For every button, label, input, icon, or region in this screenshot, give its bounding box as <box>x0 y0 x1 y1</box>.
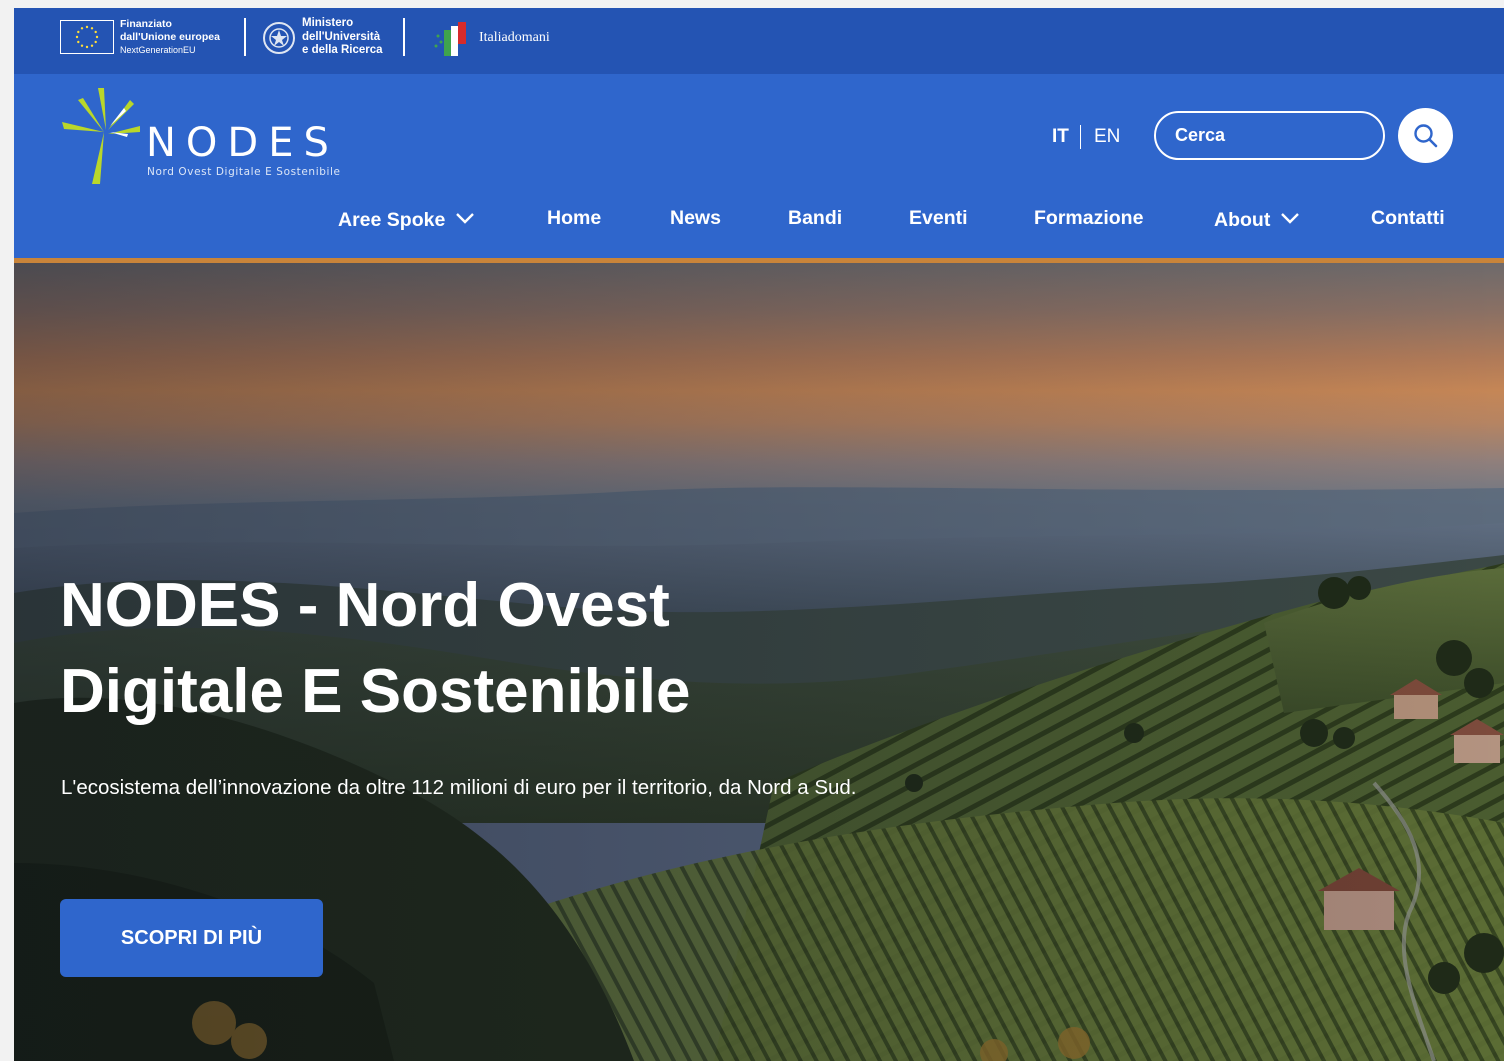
eu-funding-text: Finanziato dall'Unione europea NextGener… <box>120 18 220 57</box>
nav-item-aree-spoke[interactable]: Aree Spoke <box>338 207 475 232</box>
ministry-line-1: Ministero <box>302 17 354 29</box>
language-en[interactable]: EN <box>1094 126 1120 148</box>
italiadomani-logo-icon <box>434 22 466 56</box>
republic-emblem-icon <box>263 22 295 54</box>
logo-wordmark[interactable]: NODES <box>146 120 339 166</box>
eu-line-2: dall'Unione europea <box>120 31 220 43</box>
site-header: NODES Nord Ovest Digitale E Sostenibile … <box>14 74 1504 258</box>
search-button[interactable] <box>1398 108 1453 163</box>
nav-item-bandi[interactable]: Bandi <box>788 207 842 230</box>
search-icon <box>1414 124 1438 148</box>
logo-tagline: Nord Ovest Digitale E Sostenibile <box>147 166 341 178</box>
ministry-line-3: e della Ricerca <box>302 44 383 56</box>
eu-line-3: NextGenerationEU <box>120 45 196 55</box>
language-it[interactable]: IT <box>1052 126 1069 148</box>
chevron-down-icon <box>455 207 475 230</box>
nav-item-news[interactable]: News <box>670 207 721 230</box>
ministry-line-2: dell'Università <box>302 30 381 43</box>
chevron-down-icon <box>1280 207 1300 230</box>
hero-section: NODES - Nord Ovest Digitale E Sostenibil… <box>14 263 1504 1061</box>
scopri-di-piu-button[interactable]: SCOPRI DI PIÙ <box>60 899 323 977</box>
hero-title-line-1: NODES - Nord Ovest <box>60 571 670 640</box>
hero-subtitle: L'ecosistema dell’innovazione da oltre 1… <box>61 776 857 799</box>
eu-line-1: Finanziato <box>120 18 172 30</box>
divider <box>403 18 405 56</box>
nav-label: Aree Spoke <box>338 209 446 231</box>
italiadomani-text: Italiadomani <box>479 30 550 45</box>
nav-item-formazione[interactable]: Formazione <box>1034 207 1143 230</box>
institutional-bar: Finanziato dall'Unione europea NextGener… <box>14 8 1504 74</box>
hero-title: NODES - Nord Ovest Digitale E Sostenibil… <box>60 563 960 735</box>
search-input[interactable] <box>1154 111 1385 160</box>
eu-flag-logo <box>60 20 114 54</box>
ministry-text: Ministero dell'Università e della Ricerc… <box>302 17 383 58</box>
hero-title-line-2: Digitale E Sostenibile <box>60 657 691 726</box>
nodes-logo-icon[interactable] <box>58 86 154 186</box>
nav-item-eventi[interactable]: Eventi <box>909 207 968 230</box>
divider <box>244 18 246 56</box>
browser-viewport: Finanziato dall'Unione europea NextGener… <box>14 8 1504 1061</box>
language-divider <box>1080 125 1081 149</box>
nav-item-about[interactable]: About <box>1214 207 1300 232</box>
nav-item-home[interactable]: Home <box>547 207 601 230</box>
nav-label: About <box>1214 209 1271 231</box>
nav-item-contatti[interactable]: Contatti <box>1371 207 1445 230</box>
